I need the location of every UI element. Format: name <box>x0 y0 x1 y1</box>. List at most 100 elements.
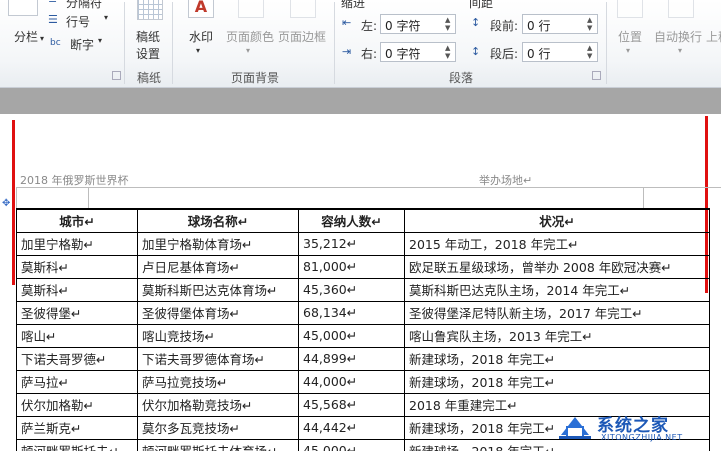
spinner-arrows-icon[interactable]: ▲ ▼ <box>587 44 595 60</box>
table-cell[interactable]: 伏尔加格勒↵ <box>16 392 138 417</box>
position-icon <box>617 0 643 18</box>
spacing-before-value[interactable]: 0 行 <box>527 19 550 33</box>
document-background-band <box>0 88 721 114</box>
header-divider <box>16 187 721 188</box>
page-color-button[interactable]: 页面颜色 <box>226 28 274 45</box>
column-header[interactable]: 球场名称↵ <box>137 208 299 233</box>
indent-left-spinner[interactable]: 0 字符 ▲ ▼ <box>380 14 456 34</box>
spacing-before-spinner[interactable]: 0 行 ▲ ▼ <box>522 14 598 34</box>
group-separator <box>172 2 173 84</box>
header-left-text[interactable]: 2018 年俄罗斯世界杯 <box>20 172 129 188</box>
table-row: 加里宁格勒↵ 加里宁格勒体育场↵ 35,212↵ 2015 年动工，2018 年… <box>16 231 710 256</box>
table-row: 萨马拉↵ 萨马拉竞技场↵ 44,000↵ 新建球场，2018 年完工↵ <box>16 369 710 394</box>
bring-forward-button[interactable]: 上移 <box>706 28 721 45</box>
table-cell[interactable]: 莫斯科↵ <box>16 254 138 279</box>
table-cell[interactable]: 45,000↵ <box>298 323 405 348</box>
group-separator <box>606 2 607 84</box>
ribbon: ≡ 分隔符 ☰ 行号 ▾ bc 断字 ▾ 分栏 ▾ 稿纸 设置 稿纸 A 水印 … <box>0 0 721 88</box>
indent-left-value[interactable]: 0 字符 <box>385 19 420 33</box>
table-cell[interactable]: 顿河畔罗斯托夫↵ <box>16 438 138 451</box>
line-numbers-dropdown-icon[interactable]: ▾ <box>104 13 108 22</box>
spacing-after-label: 段后: <box>490 47 519 61</box>
hyphenation-icon: bc <box>50 38 61 48</box>
header-divider <box>88 188 89 208</box>
table-cell[interactable]: 圣彼得堡↵ <box>16 300 138 325</box>
table-cell[interactable]: 莫尔多瓦竞技场↵ <box>137 415 299 440</box>
breaks-button[interactable]: 分隔符 <box>66 0 102 11</box>
indent-right-spinner[interactable]: 0 字符 ▲ ▼ <box>380 42 456 62</box>
table-cell[interactable]: 81,000↵ <box>298 254 405 279</box>
annotation-red-bar-left <box>12 120 15 285</box>
table-cell[interactable]: 下诺夫哥罗德体育场↵ <box>137 346 299 371</box>
table-cell[interactable]: 新建球场，2018 年完工↵ <box>404 369 710 394</box>
line-numbers-button[interactable]: 行号 <box>66 13 90 30</box>
table-cell[interactable]: 喀山竞技场↵ <box>137 323 299 348</box>
table-cell[interactable]: 萨兰斯克↵ <box>16 415 138 440</box>
column-header[interactable]: 状况↵ <box>404 208 710 233</box>
table-cell[interactable]: 2015 年动工，2018 年完工↵ <box>404 231 710 256</box>
manuscript-button-line1[interactable]: 稿纸 <box>136 28 160 45</box>
spinner-arrows-icon[interactable]: ▲ ▼ <box>445 44 453 60</box>
table-cell[interactable]: 45,000↵ <box>298 438 405 451</box>
page-color-dropdown-icon: ▾ <box>246 46 251 55</box>
columns-button[interactable]: 分栏 <box>14 28 38 45</box>
watermark-url: XITONGZHIJIA.NET <box>601 433 683 442</box>
table-cell[interactable]: 伏尔加格勒竞技场↵ <box>137 392 299 417</box>
spacing-after-icon: ↕ <box>471 45 481 58</box>
word-window: ≡ 分隔符 ☰ 行号 ▾ bc 断字 ▾ 分栏 ▾ 稿纸 设置 稿纸 A 水印 … <box>0 0 721 451</box>
table-cell[interactable]: 欧足联五星级球场，曾举办 2008 年欧冠决赛↵ <box>404 254 710 279</box>
watermark-logo-icon <box>559 417 591 439</box>
table-cell[interactable]: 莫斯科↵ <box>16 277 138 302</box>
table-cell[interactable]: 44,442↵ <box>298 415 405 440</box>
table-cell[interactable]: 加里宁格勒体育场↵ <box>137 231 299 256</box>
position-button[interactable]: 位置 <box>618 28 642 45</box>
spinner-arrows-icon[interactable]: ▲ ▼ <box>445 16 453 32</box>
table-cell[interactable]: 下诺夫哥罗德↵ <box>16 346 138 371</box>
spacing-before-label: 段前: <box>490 19 519 33</box>
spinner-arrows-icon[interactable]: ▲ ▼ <box>587 16 595 32</box>
indent-left-icon: ⇤ <box>342 16 352 29</box>
wrap-text-button[interactable]: 自动换行 <box>654 28 702 45</box>
table-cell[interactable]: 新建球场，2018 年完工↵ <box>404 346 710 371</box>
position-dropdown-icon: ▾ <box>626 46 631 55</box>
watermark-icon: A <box>188 0 214 18</box>
table-cell[interactable]: 44,899↵ <box>298 346 405 371</box>
table-cell[interactable]: 卢日尼基体育场↵ <box>137 254 299 279</box>
table-cell[interactable]: 加里宁格勒↵ <box>16 231 138 256</box>
table-cell[interactable]: 45,568↵ <box>298 392 405 417</box>
indent-right-value[interactable]: 0 字符 <box>385 47 420 61</box>
document-page[interactable]: 2018 年俄罗斯世界杯 举办场地↵ ✥ 城市↵ 球场名称↵ 容纳人数↵ 状况↵… <box>0 114 721 451</box>
column-header[interactable]: 城市↵ <box>16 208 138 233</box>
table-cell[interactable]: 圣彼得堡体育场↵ <box>137 300 299 325</box>
page-border-icon <box>290 0 316 18</box>
table-cell[interactable]: 圣彼得堡泽尼特队新主场，2017 年完工↵ <box>404 300 710 325</box>
page-color-icon <box>238 0 264 18</box>
manuscript-button-line2[interactable]: 设置 <box>136 45 160 62</box>
table-cell[interactable]: 35,212↵ <box>298 231 405 256</box>
page-setup-launcher-icon[interactable] <box>112 71 121 80</box>
table-cell[interactable]: 萨马拉↵ <box>16 369 138 394</box>
wrap-text-icon <box>668 0 694 18</box>
table-cell[interactable]: 44,000↵ <box>298 369 405 394</box>
page-border-button[interactable]: 页面边框 <box>278 28 326 45</box>
paragraph-launcher-icon[interactable] <box>592 71 601 80</box>
table-cell[interactable]: 莫斯科斯巴达克队主场，2014 年完工↵ <box>404 277 710 302</box>
header-right-text[interactable]: 举办场地↵ <box>479 172 532 188</box>
watermark-button[interactable]: 水印 <box>189 28 213 45</box>
line-numbers-icon: ☰ <box>48 13 58 26</box>
table-cell[interactable]: 顿河畔罗斯托夫体育场↵ <box>137 438 299 451</box>
table-cell[interactable]: 喀山鲁宾队主场，2013 年完工↵ <box>404 323 710 348</box>
table-cell[interactable]: 萨马拉竞技场↵ <box>137 369 299 394</box>
table-cell[interactable]: 莫斯科斯巴达克体育场↵ <box>137 277 299 302</box>
table-cell[interactable]: 68,134↵ <box>298 300 405 325</box>
group-separator <box>334 2 335 84</box>
column-header[interactable]: 容纳人数↵ <box>298 208 405 233</box>
table-cell[interactable]: 喀山↵ <box>16 323 138 348</box>
spacing-after-spinner[interactable]: 0 行 ▲ ▼ <box>522 42 598 62</box>
watermark-dropdown-icon: ▾ <box>196 46 201 55</box>
table-cell[interactable]: 45,360↵ <box>298 277 405 302</box>
spacing-after-value[interactable]: 0 行 <box>527 47 550 61</box>
hyphenation-button[interactable]: 断字 <box>70 36 94 53</box>
table-move-handle-icon[interactable]: ✥ <box>2 199 12 209</box>
columns-icon <box>8 0 38 16</box>
